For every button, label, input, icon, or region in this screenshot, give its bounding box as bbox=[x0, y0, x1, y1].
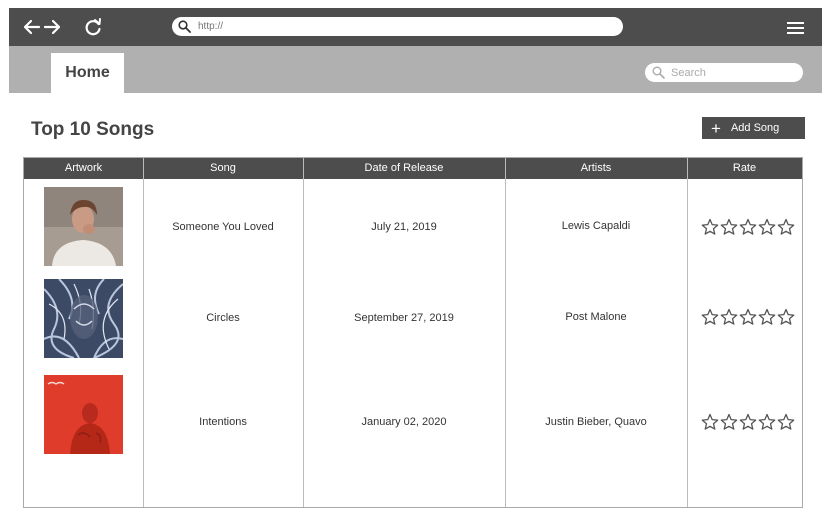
artist-name[interactable]: Lewis Capaldi bbox=[505, 220, 687, 232]
star-icon[interactable] bbox=[701, 218, 719, 236]
star-icon[interactable] bbox=[758, 218, 776, 236]
table-header: Artwork Song Date of Release Artists Rat… bbox=[24, 158, 802, 179]
column-divider bbox=[143, 158, 144, 507]
column-header-artwork[interactable]: Artwork bbox=[24, 158, 143, 179]
release-date: July 21, 2019 bbox=[371, 221, 437, 233]
song-title[interactable]: Circles bbox=[143, 312, 303, 324]
hamburger-menu-icon[interactable] bbox=[787, 21, 804, 35]
tab-bar: Home bbox=[9, 46, 822, 93]
song-title[interactable]: Someone You Loved bbox=[143, 221, 303, 233]
refresh-icon[interactable] bbox=[83, 17, 103, 37]
artist-name[interactable]: Justin Bieber, Quavo bbox=[505, 416, 687, 428]
forward-icon[interactable] bbox=[42, 17, 62, 37]
search-icon bbox=[652, 66, 665, 79]
column-divider bbox=[303, 158, 304, 507]
star-icon[interactable] bbox=[739, 413, 757, 431]
star-icon[interactable] bbox=[739, 308, 757, 326]
song-title[interactable]: Intentions bbox=[143, 416, 303, 428]
star-icon[interactable] bbox=[720, 218, 738, 236]
column-divider bbox=[505, 158, 506, 507]
star-icon[interactable] bbox=[758, 413, 776, 431]
column-header-date[interactable]: Date of Release bbox=[303, 158, 505, 179]
star-icon[interactable] bbox=[720, 308, 738, 326]
star-icon[interactable] bbox=[777, 218, 795, 236]
column-divider bbox=[687, 158, 688, 507]
star-icon[interactable] bbox=[758, 308, 776, 326]
star-icon[interactable] bbox=[739, 218, 757, 236]
star-icon[interactable] bbox=[701, 308, 719, 326]
browser-toolbar bbox=[9, 8, 822, 46]
column-header-artists[interactable]: Artists bbox=[505, 158, 687, 179]
star-icon[interactable] bbox=[777, 413, 795, 431]
tab-home[interactable]: Home bbox=[51, 53, 124, 93]
rating-stars bbox=[701, 218, 795, 236]
add-song-button[interactable]: + Add Song bbox=[702, 117, 805, 139]
search-input[interactable] bbox=[671, 65, 791, 80]
artwork-post-malone bbox=[44, 279, 123, 358]
back-icon[interactable] bbox=[22, 17, 42, 37]
release-date: January 02, 2020 bbox=[361, 416, 447, 428]
url-field[interactable] bbox=[172, 17, 623, 36]
star-icon[interactable] bbox=[777, 308, 795, 326]
artwork-lewis-capaldi bbox=[44, 187, 123, 266]
page-title: Top 10 Songs bbox=[31, 119, 155, 140]
artist-name[interactable]: Post Malone bbox=[505, 311, 687, 323]
artwork-justin-bieber bbox=[44, 375, 123, 454]
column-header-song[interactable]: Song bbox=[143, 158, 303, 179]
rating-stars bbox=[701, 308, 795, 326]
column-header-rate[interactable]: Rate bbox=[687, 158, 802, 179]
songs-table: Artwork Song Date of Release Artists Rat… bbox=[23, 157, 803, 508]
search-icon bbox=[178, 20, 191, 33]
rating-stars bbox=[701, 413, 795, 431]
star-icon[interactable] bbox=[701, 413, 719, 431]
star-icon[interactable] bbox=[720, 413, 738, 431]
release-date: September 27, 2019 bbox=[354, 312, 454, 324]
url-input[interactable] bbox=[198, 19, 598, 34]
add-song-label: Add Song bbox=[730, 122, 780, 134]
search-field[interactable] bbox=[645, 63, 803, 82]
plus-icon: + bbox=[711, 118, 721, 138]
